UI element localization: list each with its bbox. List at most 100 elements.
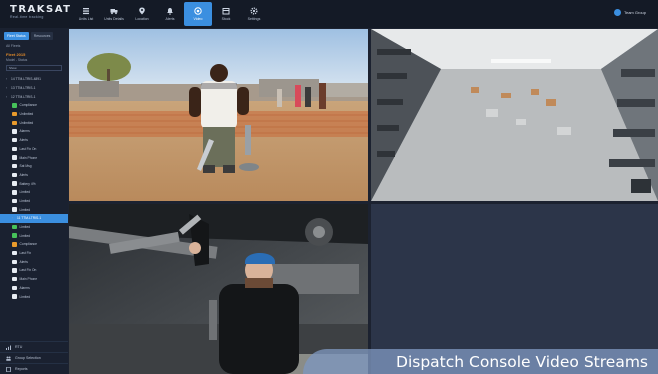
toolbar-label: Units Details — [104, 17, 124, 21]
chevron-right-icon[interactable]: › — [12, 216, 15, 220]
unit-row-label: Battery 4% — [19, 181, 36, 186]
toolbar-label: Video — [193, 17, 203, 21]
video-grid — [69, 29, 658, 374]
unit-row[interactable]: Limited — [0, 188, 68, 197]
sidebar-tabs: Fleet Status Resources — [0, 28, 68, 40]
user-menu[interactable]: Team Group — [613, 9, 646, 16]
status-indicator-icon — [12, 224, 17, 230]
unit-row[interactable]: Limited — [0, 205, 68, 214]
unit-row[interactable]: › 14 TTM-LTRIS-4891 — [0, 75, 68, 84]
unit-row[interactable]: Alerts — [0, 171, 68, 180]
warehouse-scene — [371, 29, 658, 201]
app-logo: TRAKSAT Real-time tracking — [10, 4, 72, 24]
show-select[interactable]: Show — [6, 65, 62, 71]
status-indicator-icon — [12, 259, 17, 265]
unit-row[interactable]: › 12 TTM-LTRIS-1 — [0, 92, 68, 101]
status-indicator-icon — [12, 190, 17, 195]
top-bar: TRAKSAT Real-time tracking Units List Un… — [0, 0, 658, 28]
toolbar-settings-button[interactable]: Settings — [240, 2, 268, 26]
toolbar-alerts-button[interactable]: Alerts — [156, 2, 184, 26]
unit-row[interactable]: Battery 4% — [0, 179, 68, 188]
bell-icon — [166, 7, 174, 15]
group-heading: Fleet 2015 — [6, 52, 26, 57]
unit-row[interactable]: Alerts — [0, 257, 68, 266]
footer-group-selection-button[interactable]: Group Selection — [0, 352, 68, 363]
unit-row-label: Unlimited — [19, 112, 34, 117]
tab-fleet-status[interactable]: Fleet Status — [4, 32, 29, 40]
camera-stream-1[interactable] — [69, 29, 368, 201]
toolbar-video-button[interactable]: Video — [184, 2, 212, 26]
fleet-filter[interactable]: All Fleets — [0, 40, 68, 48]
unit-row-selected[interactable]: › 11 TTM-LTRIS-1 — [0, 214, 68, 223]
sidebar-footer: RTU Group Selection Reports — [0, 341, 68, 374]
chevron-right-icon[interactable]: › — [6, 77, 9, 81]
status-indicator-icon — [12, 242, 17, 247]
unit-row-label: Compliance — [19, 242, 37, 247]
status-indicator-icon — [12, 146, 17, 152]
status-indicator-icon — [12, 285, 17, 291]
status-indicator-icon — [12, 198, 17, 204]
footer-label: Reports — [15, 367, 28, 371]
status-indicator-icon — [12, 111, 17, 117]
unit-row-label: Alerts — [19, 259, 28, 264]
group-icon — [6, 356, 11, 361]
unit-row[interactable]: Main Phone — [0, 275, 68, 284]
unit-row[interactable]: Last Fix — [0, 249, 68, 258]
unit-row[interactable]: Limited — [0, 231, 68, 240]
unit-row[interactable]: Last Fix On — [0, 266, 68, 275]
toolbar-location-button[interactable]: Location — [128, 2, 156, 26]
chevron-right-icon[interactable]: › — [6, 86, 9, 90]
unit-row-label: Limited — [19, 233, 31, 238]
toolbar-label: Location — [135, 17, 149, 21]
field-worker-scene — [69, 29, 368, 201]
unit-row-label: Alerts — [19, 138, 28, 143]
unit-row-label: Alarms — [19, 285, 30, 290]
status-indicator-icon — [12, 163, 17, 169]
group-subheading: Model - Status — [6, 58, 28, 62]
camera-stream-2[interactable] — [371, 29, 658, 201]
logo-text: TRAKSAT — [10, 4, 72, 15]
report-icon — [6, 366, 11, 372]
unit-row[interactable]: › 13 TTM-LTRIS-1 — [0, 84, 68, 93]
footer-reports-button[interactable]: Reports — [0, 363, 68, 374]
unit-row-label: Limited — [19, 207, 31, 212]
status-indicator-icon — [12, 172, 17, 178]
unit-row[interactable]: Compliance — [0, 240, 68, 249]
unit-row[interactable]: Alarms — [0, 127, 68, 136]
signal-icon — [6, 345, 11, 350]
status-indicator-icon — [12, 129, 17, 134]
unit-row[interactable]: Limited — [0, 292, 68, 301]
unit-row[interactable]: Alerts — [0, 136, 68, 145]
toolbar-units-list-button[interactable]: Units List — [72, 2, 100, 26]
status-indicator-icon — [12, 207, 17, 212]
unit-row-label: Sat Msg — [19, 164, 32, 169]
unit-row-label: Main Phone — [19, 277, 38, 282]
toolbar-stock-button[interactable]: Stock — [212, 2, 240, 26]
unit-row[interactable]: Unlimited — [0, 110, 68, 119]
status-indicator-icon — [12, 181, 17, 186]
fleet-sidebar: Fleet Status Resources All Fleets Fleet … — [0, 28, 68, 374]
user-name: Team Group — [623, 10, 646, 15]
unit-row[interactable]: Compliance — [0, 101, 68, 110]
unit-row-label: Alarms — [19, 129, 30, 134]
status-indicator-icon — [12, 137, 17, 143]
footer-rtu-button[interactable]: RTU — [0, 341, 68, 352]
unit-row-label: 11 TTM-LTRIS-1 — [17, 216, 42, 221]
unit-row[interactable]: Unlimited — [0, 118, 68, 127]
unit-row[interactable]: Limited — [0, 223, 68, 232]
unit-row-label: Limited — [19, 190, 31, 195]
unit-row[interactable]: Main Phone — [0, 153, 68, 162]
unit-row-label: Last Fix On — [19, 146, 37, 151]
toolbar-units-details-button[interactable]: Units Details — [100, 2, 128, 26]
chevron-right-icon[interactable]: › — [6, 95, 9, 99]
toolbar-label: Units List — [78, 17, 94, 21]
unit-row-label: Limited — [19, 198, 31, 203]
unit-row[interactable]: Limited — [0, 197, 68, 206]
tab-resources[interactable]: Resources — [30, 32, 54, 40]
unit-row[interactable]: Last Fix On — [0, 145, 68, 154]
status-indicator-icon — [12, 103, 17, 108]
unit-row[interactable]: Alarms — [0, 284, 68, 293]
pin-icon — [138, 7, 146, 15]
unit-row-label: Main Phone — [19, 155, 38, 160]
unit-row[interactable]: Sat Msg — [0, 162, 68, 171]
